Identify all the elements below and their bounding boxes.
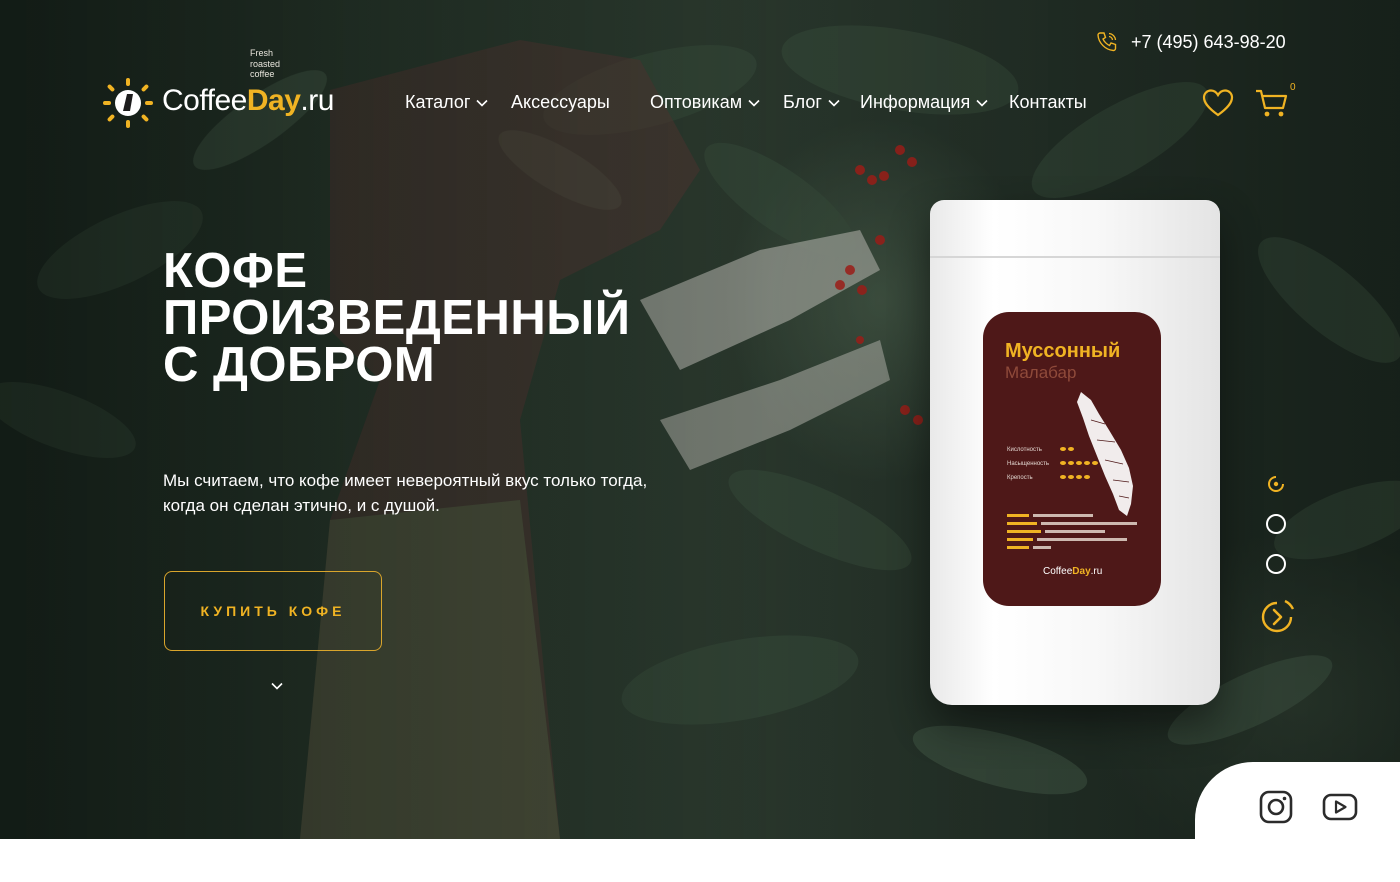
social-panel (1195, 762, 1400, 839)
nav-item-contacts[interactable]: Контакты (1009, 92, 1087, 113)
bag-zipper (930, 256, 1220, 258)
slide-dot-2[interactable] (1266, 514, 1286, 534)
heart-icon[interactable] (1202, 88, 1234, 118)
india-map-icon (1077, 392, 1133, 516)
product-bag-image[interactable]: Муссонный Малабар Кислотность Насыщеннос… (930, 200, 1220, 705)
nav-item-catalog[interactable]: Каталог (405, 92, 489, 113)
nav-item-blog[interactable]: Блог (783, 92, 840, 113)
chevron-down-icon (748, 99, 760, 107)
phone-number[interactable]: +7 (495) 643-98-20 (1131, 32, 1286, 53)
slide-dot-active[interactable] (1266, 474, 1286, 494)
attribute-strength: Крепость (1007, 475, 1033, 481)
cart-icon[interactable] (1255, 88, 1289, 118)
chevron-down-icon (476, 99, 489, 107)
chevron-down-icon (976, 99, 988, 107)
header-phone[interactable]: +7 (495) 643-98-20 (1095, 30, 1286, 54)
hero-subtitle: Мы считаем, что кофе имеет невероятный в… (163, 471, 648, 515)
label-brand: CoffeeDay.ru (1043, 566, 1103, 577)
richness-level (1060, 461, 1098, 465)
youtube-icon[interactable] (1322, 793, 1358, 821)
hero-title: КОФЕ ПРОИЗВЕДЕННЫЙ С ДОБРОМ (163, 244, 631, 392)
nav-item-wholesale[interactable]: Оптовикам (650, 92, 760, 113)
logo-wordmark: CoffeeDay.ru (162, 84, 334, 117)
acidity-level (1060, 447, 1074, 451)
nav-item-accessories[interactable]: Аксессуары (511, 92, 610, 113)
chevron-down-icon (828, 99, 840, 107)
instagram-icon[interactable] (1259, 790, 1293, 824)
bag-label: Муссонный Малабар Кислотность Насыщеннос… (983, 312, 1161, 606)
attribute-acidity: Кислотность (1007, 447, 1042, 453)
buy-coffee-button[interactable]: КУПИТЬ КОФЕ (164, 571, 382, 651)
arrow-right-icon[interactable] (1257, 597, 1297, 637)
strength-level (1060, 475, 1090, 479)
site-logo[interactable]: Fresh roasted coffee CoffeeDay.ru (103, 48, 334, 132)
attribute-richness: Насыщенность (1007, 461, 1050, 467)
product-subname: Малабар (1005, 363, 1077, 382)
logo-tagline: Fresh roasted coffee (250, 48, 281, 79)
cart-count-badge: 0 (1290, 82, 1296, 93)
sun-logo-icon (103, 78, 153, 128)
nav-item-information[interactable]: Информация (860, 92, 988, 113)
product-name: Муссонный (1005, 340, 1121, 362)
label-fine-print (1007, 514, 1137, 549)
chevron-down-icon[interactable] (270, 681, 284, 691)
slide-dot-3[interactable] (1266, 554, 1286, 574)
phone-icon (1097, 32, 1117, 52)
